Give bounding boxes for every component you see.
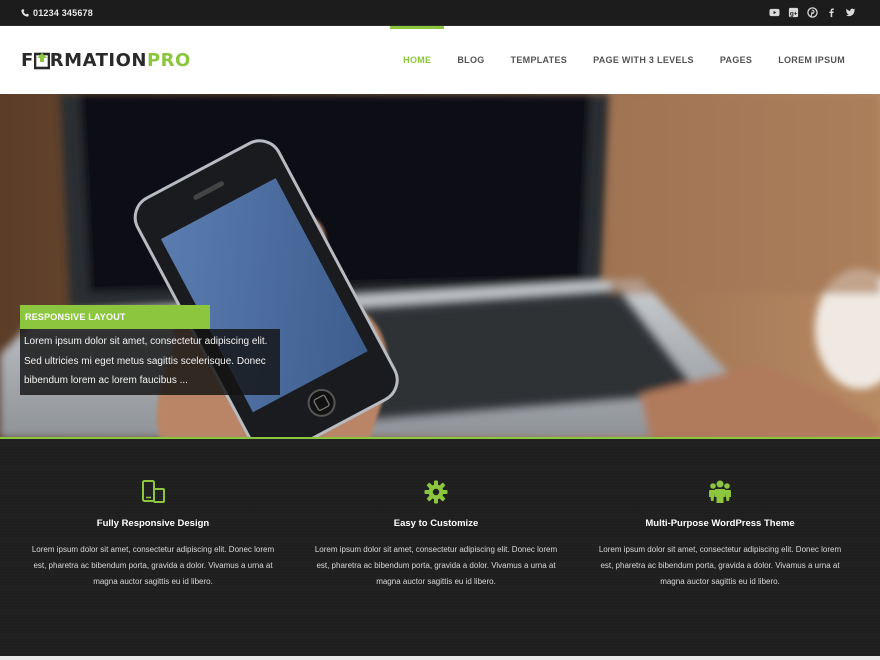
main-navigation: HOME BLOG TEMPLATES PAGE WITH 3 LEVELS P… bbox=[390, 26, 858, 94]
users-icon bbox=[709, 480, 731, 503]
twitter-icon[interactable] bbox=[845, 7, 856, 18]
footer-strip bbox=[0, 656, 880, 660]
nav-item-blog[interactable]: BLOG bbox=[444, 26, 497, 94]
feature-title: Easy to Customize bbox=[393, 518, 479, 529]
logo-text-part1: F bbox=[21, 50, 34, 71]
nav-item-page-with-3-levels[interactable]: PAGE WITH 3 LEVELS bbox=[580, 26, 707, 94]
pinterest-icon[interactable] bbox=[807, 7, 818, 18]
slide-caption: RESPONSIVE LAYOUT Lorem ipsum dolor sit … bbox=[20, 305, 280, 395]
nav-item-home[interactable]: HOME bbox=[390, 26, 445, 94]
facebook-icon[interactable] bbox=[826, 7, 837, 18]
site-header: F RMATION PRO HOME BLOG TEMPLATES PAGE W… bbox=[0, 26, 880, 94]
svg-text:g+: g+ bbox=[790, 10, 798, 17]
social-links: g+ bbox=[769, 7, 856, 18]
phone-number: 01234 345678 bbox=[33, 8, 93, 18]
features-section: Fully Responsive Design Lorem ipsum dolo… bbox=[0, 439, 880, 656]
nav-item-templates[interactable]: TEMPLATES bbox=[498, 26, 581, 94]
feature-text: Lorem ipsum dolor sit amet, consectetur … bbox=[314, 545, 558, 586]
logo-text-part2: RMATION bbox=[49, 50, 147, 71]
feature-text: Lorem ipsum dolor sit amet, consectetur … bbox=[31, 545, 275, 586]
nav-item-lorem-ipsum[interactable]: LOREM IPSUM bbox=[765, 26, 858, 94]
logo-arrow-icon bbox=[33, 52, 51, 70]
hero-slider[interactable]: RESPONSIVE LAYOUT Lorem ipsum dolor sit … bbox=[0, 94, 880, 438]
feature-easy-customize: Easy to Customize Lorem ipsum dolor sit … bbox=[311, 479, 561, 590]
phone-icon bbox=[21, 9, 29, 17]
gear-icon bbox=[424, 480, 448, 504]
top-bar: 01234 345678 g+ bbox=[0, 0, 880, 26]
feature-fully-responsive: Fully Responsive Design Lorem ipsum dolo… bbox=[28, 479, 278, 590]
caption-text: Lorem ipsum dolor sit amet, consectetur … bbox=[20, 329, 280, 395]
mobile-tablet-icon bbox=[142, 480, 165, 503]
feature-multi-purpose: Multi-Purpose WordPress Theme Lorem ipsu… bbox=[595, 479, 845, 590]
feature-title: Multi-Purpose WordPress Theme bbox=[645, 518, 795, 529]
nav-item-pages[interactable]: PAGES bbox=[707, 26, 765, 94]
youtube-icon[interactable] bbox=[769, 7, 780, 18]
logo-text-part3: PRO bbox=[146, 50, 191, 71]
caption-title[interactable]: RESPONSIVE LAYOUT bbox=[20, 305, 210, 329]
phone-contact: 01234 345678 bbox=[21, 8, 93, 18]
feature-text: Lorem ipsum dolor sit amet, consectetur … bbox=[598, 545, 842, 586]
feature-title: Fully Responsive Design bbox=[96, 518, 210, 529]
site-logo[interactable]: F RMATION PRO bbox=[21, 52, 191, 70]
google-plus-icon[interactable]: g+ bbox=[788, 7, 799, 18]
